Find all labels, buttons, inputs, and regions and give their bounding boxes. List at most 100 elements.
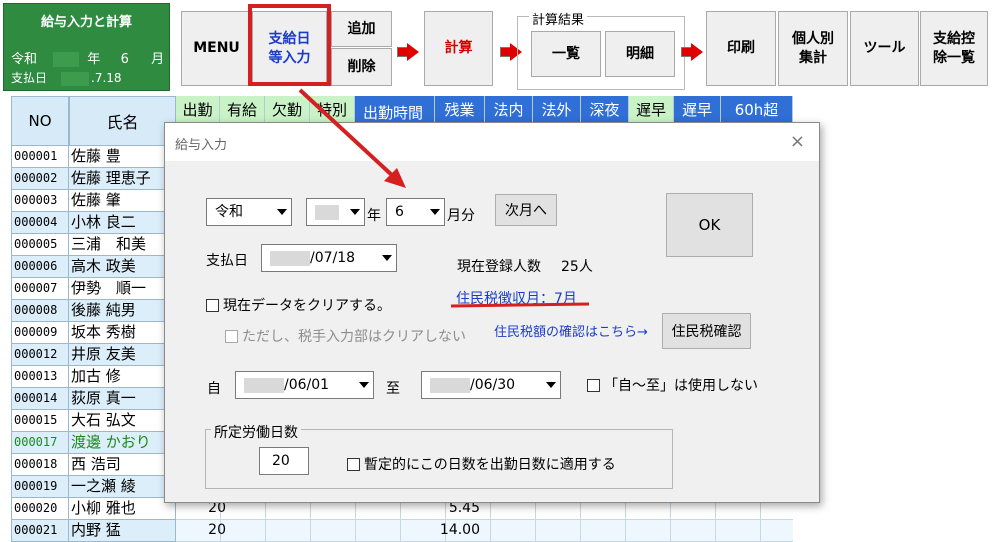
era-select-value: 令和 — [215, 204, 243, 220]
dialog-title: 給与入力 — [175, 138, 228, 153]
list-button[interactable]: 一覧 — [531, 31, 601, 77]
employee-name[interactable]: 一之瀬 綾 — [69, 476, 176, 498]
pay-date-label: 支払日 — [11, 71, 48, 85]
employee-no[interactable]: 000020 — [11, 498, 69, 520]
checkbox-icon[interactable] — [587, 378, 600, 392]
employee-no[interactable]: 000008 — [11, 300, 69, 322]
masked-from-year — [244, 377, 284, 393]
detail-button[interactable]: 明細 — [605, 31, 675, 77]
employee-name[interactable]: 井原 友美 — [69, 344, 176, 366]
col-header-late-early-2: 遅早 — [674, 96, 721, 123]
employee-name[interactable]: 佐藤 肇 — [69, 190, 176, 212]
resident-tax-button[interactable]: 住民税確認 — [662, 313, 751, 349]
checkbox-icon[interactable] — [347, 457, 360, 471]
close-icon[interactable]: × — [790, 131, 805, 152]
col-header-statutory-out: 法外 — [533, 96, 581, 123]
col-header-statutory-in: 法内 — [485, 96, 533, 123]
chevron-down-icon[interactable] — [346, 199, 364, 225]
month-suffix-label: 月分 — [447, 208, 475, 224]
employee-name[interactable]: 大石 弘文 — [69, 410, 176, 432]
from-date-select[interactable]: /06/01 — [235, 371, 374, 399]
row-cells[interactable] — [176, 520, 793, 542]
employee-no[interactable]: 000012 — [11, 344, 69, 366]
employee-no[interactable]: 000021 — [11, 520, 69, 542]
col-header-overtime: 残業 — [435, 96, 485, 123]
from-label: 自 — [207, 381, 221, 397]
employee-name[interactable]: 西 浩司 — [69, 454, 176, 476]
print-button[interactable]: 印刷 — [706, 11, 776, 86]
from-date-value: /06/01 — [284, 377, 330, 393]
employee-name[interactable]: 小林 良二 — [69, 212, 176, 234]
month-value: 6 — [120, 52, 129, 67]
pay-date-select[interactable]: /07/18 — [261, 244, 397, 272]
apply-days-label: 暫定的にこの日数を出勤日数に適用する — [364, 457, 616, 473]
menu-button[interactable]: MENU — [181, 11, 252, 86]
employee-name[interactable]: 後藤 純男 — [69, 300, 176, 322]
tools-button[interactable]: ツール — [850, 11, 919, 86]
clear-data-checkbox[interactable]: 現在データをクリアする。 — [206, 295, 391, 315]
flow-arrow-icon — [681, 43, 703, 61]
employee-name[interactable]: 坂本 秀樹 — [69, 322, 176, 344]
per-person-summary-button[interactable]: 個人別 集計 — [778, 11, 848, 86]
table-row[interactable]: 000021 内野 猛 20 14.00 — [11, 520, 793, 542]
checkbox-icon[interactable] — [206, 298, 219, 312]
month-select[interactable]: 6 — [386, 198, 445, 226]
employee-no[interactable]: 000013 — [11, 366, 69, 388]
employee-no[interactable]: 000005 — [11, 234, 69, 256]
chevron-down-icon[interactable] — [426, 199, 444, 225]
chevron-down-icon[interactable] — [273, 199, 291, 225]
year-suffix-label: 年 — [367, 208, 381, 224]
next-month-button[interactable]: 次月へ — [495, 194, 557, 226]
to-date-select[interactable]: /06/30 — [421, 371, 561, 399]
employee-no[interactable]: 000002 — [11, 168, 69, 190]
add-button[interactable]: 追加 — [331, 11, 392, 47]
masked-year-value — [315, 204, 339, 220]
employee-no[interactable]: 000018 — [11, 454, 69, 476]
employee-no[interactable]: 000006 — [11, 256, 69, 278]
employee-no[interactable]: 000009 — [11, 322, 69, 344]
chevron-down-icon[interactable] — [355, 372, 373, 398]
overtime-cell[interactable]: 14.00 — [435, 520, 480, 541]
resident-tax-month: 住民税徴収月：7月 — [456, 291, 577, 307]
employee-no[interactable]: 000003 — [11, 190, 69, 212]
employee-name[interactable]: 加古 修 — [69, 366, 176, 388]
employee-name[interactable]: 内野 猛 — [69, 520, 176, 542]
attendance-days-cell[interactable]: 20 — [196, 520, 226, 541]
masked-year — [53, 52, 80, 67]
period-line: 令和 年 6 月 — [11, 48, 164, 67]
no-range-checkbox[interactable]: 「自～至」は使用しない — [587, 375, 758, 395]
employee-name[interactable]: 佐藤 理恵子 — [69, 168, 176, 190]
month-suffix: 月 — [151, 52, 165, 67]
employee-name[interactable]: 渡邊 かおり — [69, 432, 176, 454]
employee-no[interactable]: 000019 — [11, 476, 69, 498]
ok-button[interactable]: OK — [666, 193, 753, 257]
work-days-input[interactable]: 20 — [259, 447, 309, 475]
employee-name[interactable]: 三浦 和美 — [69, 234, 176, 256]
employee-name[interactable]: 高木 政美 — [69, 256, 176, 278]
employee-no[interactable]: 000007 — [11, 278, 69, 300]
delete-button[interactable]: 削除 — [331, 48, 392, 86]
employee-name[interactable]: 小柳 雅也 — [69, 498, 176, 520]
era-label: 令和 — [11, 52, 38, 67]
deduction-list-button[interactable]: 支給控 除一覧 — [920, 11, 988, 86]
dialog-titlebar: 給与入力 × — [165, 123, 819, 161]
employee-name[interactable]: 荻原 真一 — [69, 388, 176, 410]
employee-no[interactable]: 000004 — [11, 212, 69, 234]
keep-tax-checkbox: ただし、税手入力部はクリアしない — [225, 326, 466, 346]
employee-no[interactable]: 000015 — [11, 410, 69, 432]
tax-check-link[interactable]: 住民税額の確認はこちら→ — [494, 321, 648, 340]
chevron-down-icon[interactable] — [378, 245, 396, 271]
employee-name[interactable]: 伊勢 順一 — [69, 278, 176, 300]
calc-button[interactable]: 計算 — [424, 11, 493, 86]
era-select[interactable]: 令和 — [206, 198, 292, 226]
employee-no[interactable]: 000001 — [11, 146, 69, 168]
col-header-paid-leave: 有給 — [220, 96, 265, 123]
apply-days-checkbox[interactable]: 暫定的にこの日数を出勤日数に適用する — [347, 454, 616, 474]
employee-no[interactable]: 000017 — [11, 432, 69, 454]
employee-name[interactable]: 佐藤 豊 — [69, 146, 176, 168]
panel-title: 給与入力と計算 — [40, 15, 132, 30]
employee-no[interactable]: 000014 — [11, 388, 69, 410]
year-select[interactable] — [306, 198, 365, 226]
chevron-down-icon[interactable] — [542, 372, 560, 398]
pay-date-value: /07/18 — [310, 250, 356, 266]
